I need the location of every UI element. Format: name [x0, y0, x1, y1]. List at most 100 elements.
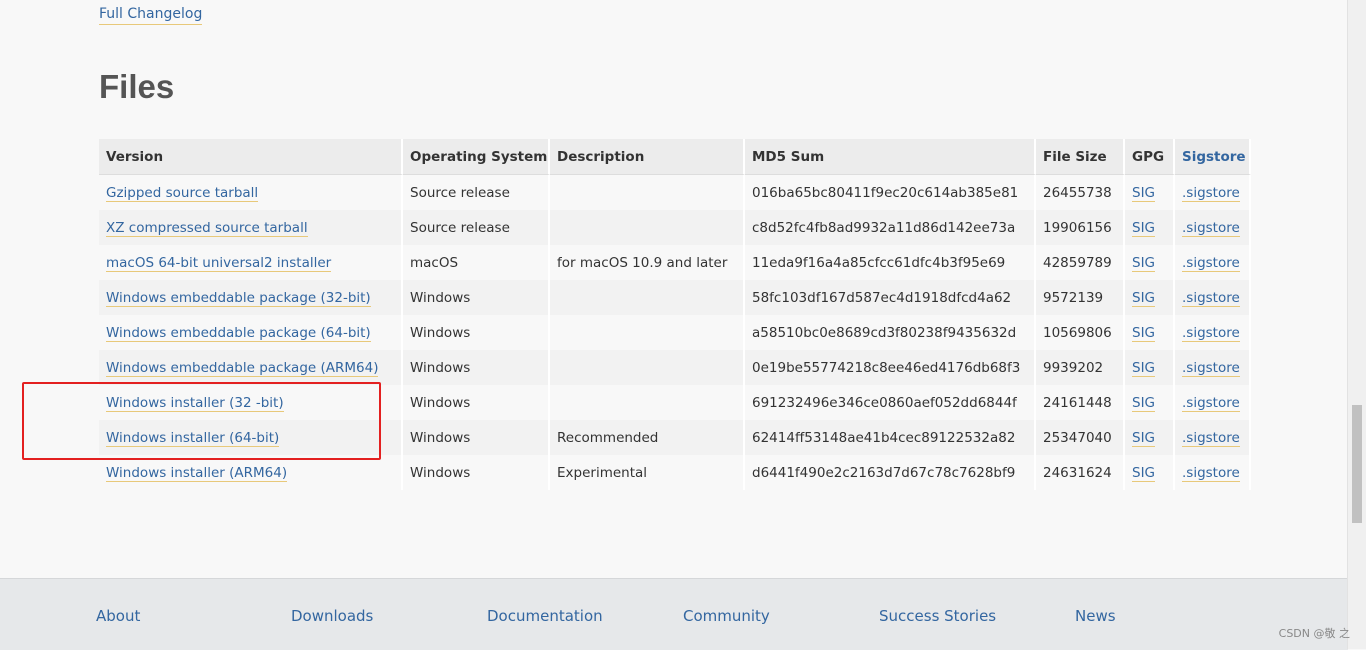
- sigstore-link[interactable]: .sigstore: [1182, 394, 1240, 412]
- md5-cell: a58510bc0e8689cd3f80238f9435632d: [745, 315, 1036, 350]
- gpg-sig-link[interactable]: SIG: [1132, 359, 1156, 377]
- version-link[interactable]: Windows installer (32 -bit): [106, 394, 284, 412]
- size-cell: 25347040: [1036, 420, 1125, 455]
- sigstore-cell[interactable]: .sigstore: [1175, 280, 1251, 315]
- col-sigstore[interactable]: Sigstore: [1175, 139, 1251, 175]
- col-file-size: File Size: [1036, 139, 1125, 175]
- version-cell[interactable]: Windows embeddable package (32-bit): [99, 280, 403, 315]
- table-row: Windows embeddable package (64-bit) Windo…: [99, 315, 1251, 350]
- gpg-cell[interactable]: SIG: [1125, 315, 1175, 350]
- version-cell[interactable]: XZ compressed source tarball: [99, 210, 403, 245]
- col-gpg: GPG: [1125, 139, 1175, 175]
- gpg-cell[interactable]: SIG: [1125, 455, 1175, 490]
- files-heading: Files: [99, 68, 175, 105]
- sigstore-cell[interactable]: .sigstore: [1175, 315, 1251, 350]
- version-cell[interactable]: Windows installer (ARM64): [99, 455, 403, 490]
- size-cell: 10569806: [1036, 315, 1125, 350]
- version-cell[interactable]: Windows installer (64-bit): [99, 420, 403, 455]
- version-link[interactable]: Windows installer (ARM64): [106, 464, 288, 482]
- table-row: Windows embeddable package (ARM64) Window…: [99, 350, 1251, 385]
- description-cell: [550, 385, 745, 420]
- version-cell[interactable]: Gzipped source tarball: [99, 175, 403, 210]
- version-cell[interactable]: Windows installer (32 -bit): [99, 385, 403, 420]
- gpg-sig-link[interactable]: SIG: [1132, 429, 1156, 447]
- gpg-sig-link[interactable]: SIG: [1132, 184, 1156, 202]
- version-link[interactable]: XZ compressed source tarball: [106, 219, 308, 237]
- gpg-cell[interactable]: SIG: [1125, 175, 1175, 210]
- footer-link-about[interactable]: About: [96, 607, 140, 625]
- os-cell: Windows: [403, 455, 550, 490]
- gpg-cell[interactable]: SIG: [1125, 210, 1175, 245]
- size-cell: 26455738: [1036, 175, 1125, 210]
- sigstore-header-link[interactable]: Sigstore: [1182, 149, 1246, 165]
- gpg-sig-link[interactable]: SIG: [1132, 394, 1156, 412]
- gpg-cell[interactable]: SIG: [1125, 245, 1175, 280]
- size-cell: 24161448: [1036, 385, 1125, 420]
- gpg-sig-link[interactable]: SIG: [1132, 219, 1156, 237]
- version-cell[interactable]: macOS 64-bit universal2 installer: [99, 245, 403, 280]
- description-cell: [550, 175, 745, 210]
- description-cell: [550, 315, 745, 350]
- version-link[interactable]: Windows embeddable package (64-bit): [106, 324, 371, 342]
- col-description: Description: [550, 139, 745, 175]
- table-header-row: Version Operating System Description MD5…: [99, 139, 1251, 175]
- sigstore-link[interactable]: .sigstore: [1182, 324, 1240, 342]
- gpg-cell[interactable]: SIG: [1125, 385, 1175, 420]
- footer-link-downloads[interactable]: Downloads: [291, 607, 373, 625]
- version-cell[interactable]: Windows embeddable package (64-bit): [99, 315, 403, 350]
- watermark: CSDN @敬 之: [1278, 627, 1350, 640]
- sigstore-cell[interactable]: .sigstore: [1175, 420, 1251, 455]
- sigstore-link[interactable]: .sigstore: [1182, 184, 1240, 202]
- sigstore-link[interactable]: .sigstore: [1182, 359, 1240, 377]
- os-cell: Windows: [403, 315, 550, 350]
- gpg-sig-link[interactable]: SIG: [1132, 289, 1156, 307]
- files-table: Version Operating System Description MD5…: [99, 139, 1251, 490]
- table-row: macOS 64-bit universal2 installer macOS fo…: [99, 245, 1251, 280]
- version-link[interactable]: macOS 64-bit universal2 installer: [106, 254, 332, 272]
- gpg-sig-link[interactable]: SIG: [1132, 324, 1156, 342]
- sigstore-cell[interactable]: .sigstore: [1175, 385, 1251, 420]
- footer-link-community[interactable]: Community: [683, 607, 770, 625]
- sigstore-cell[interactable]: .sigstore: [1175, 210, 1251, 245]
- gpg-cell[interactable]: SIG: [1125, 280, 1175, 315]
- os-cell: Windows: [403, 385, 550, 420]
- os-cell: Source release: [403, 210, 550, 245]
- gpg-sig-link[interactable]: SIG: [1132, 464, 1156, 482]
- footer: About Downloads Documentation Community …: [0, 578, 1348, 650]
- sigstore-cell[interactable]: .sigstore: [1175, 350, 1251, 385]
- os-cell: Windows: [403, 280, 550, 315]
- version-link[interactable]: Windows installer (64-bit): [106, 429, 280, 447]
- description-cell: [550, 350, 745, 385]
- version-link[interactable]: Windows embeddable package (ARM64): [106, 359, 379, 377]
- footer-link-success-stories[interactable]: Success Stories: [879, 607, 996, 625]
- sigstore-cell[interactable]: .sigstore: [1175, 175, 1251, 210]
- table-row: Windows installer (ARM64) Windows Experime…: [99, 455, 1251, 490]
- sigstore-link[interactable]: .sigstore: [1182, 254, 1240, 272]
- description-cell: [550, 210, 745, 245]
- footer-link-documentation[interactable]: Documentation: [487, 607, 603, 625]
- sigstore-link[interactable]: .sigstore: [1182, 289, 1240, 307]
- sigstore-link[interactable]: .sigstore: [1182, 219, 1240, 237]
- gpg-sig-link[interactable]: SIG: [1132, 254, 1156, 272]
- size-cell: 42859789: [1036, 245, 1125, 280]
- description-cell: for macOS 10.9 and later: [550, 245, 745, 280]
- full-changelog-link[interactable]: Full Changelog: [99, 4, 203, 25]
- os-cell: Windows: [403, 420, 550, 455]
- os-cell: Windows: [403, 350, 550, 385]
- sigstore-link[interactable]: .sigstore: [1182, 429, 1240, 447]
- sigstore-cell[interactable]: .sigstore: [1175, 455, 1251, 490]
- sigstore-cell[interactable]: .sigstore: [1175, 245, 1251, 280]
- md5-cell: c8d52fc4fb8ad9932a11d86d142ee73a: [745, 210, 1036, 245]
- size-cell: 9572139: [1036, 280, 1125, 315]
- footer-link-news[interactable]: News: [1075, 607, 1116, 625]
- version-link[interactable]: Windows embeddable package (32-bit): [106, 289, 371, 307]
- md5-cell: 691232496e346ce0860aef052dd6844f: [745, 385, 1036, 420]
- table-row: Gzipped source tarball Source release 016b…: [99, 175, 1251, 210]
- scrollbar-thumb[interactable]: [1352, 405, 1362, 523]
- scrollbar[interactable]: [1347, 0, 1366, 649]
- gpg-cell[interactable]: SIG: [1125, 350, 1175, 385]
- sigstore-link[interactable]: .sigstore: [1182, 464, 1240, 482]
- gpg-cell[interactable]: SIG: [1125, 420, 1175, 455]
- version-link[interactable]: Gzipped source tarball: [106, 184, 259, 202]
- version-cell[interactable]: Windows embeddable package (ARM64): [99, 350, 403, 385]
